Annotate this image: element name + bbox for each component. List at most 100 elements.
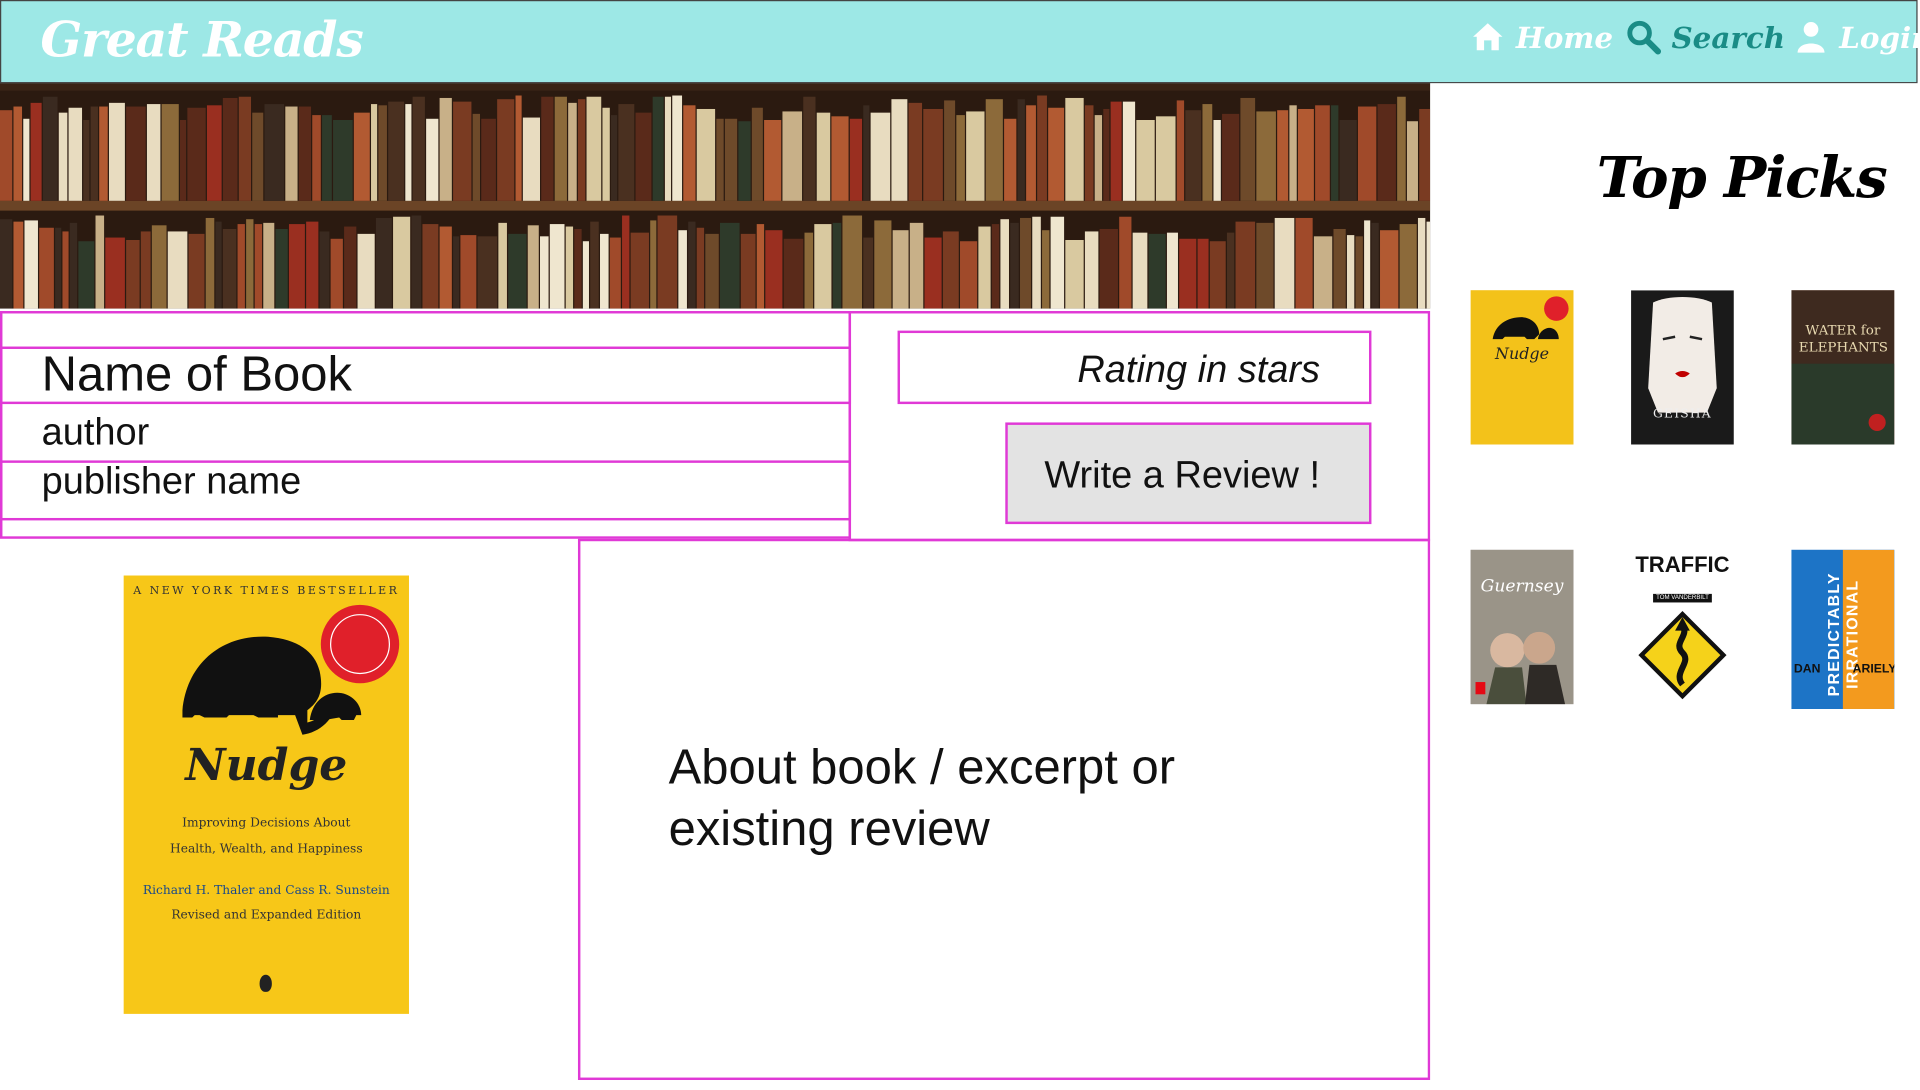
search-icon [1627, 20, 1662, 55]
nav-home-link[interactable]: Home [1469, 18, 1613, 55]
book-spine [42, 96, 58, 201]
book-spine [378, 105, 387, 201]
book-spine [68, 107, 83, 201]
book-spine [1256, 111, 1276, 201]
rating-stars[interactable]: Rating in stars [897, 330, 1372, 405]
book-spine [375, 217, 392, 309]
book-spine [804, 232, 814, 309]
write-review-button[interactable]: Write a Review ! [1005, 422, 1372, 525]
book-spine [909, 222, 924, 309]
top-pick-geisha[interactable]: GEISHA [1631, 290, 1734, 445]
book-spine [439, 226, 452, 309]
book-spine [1084, 231, 1099, 309]
pick-predictably-author-first: DAN [1793, 662, 1821, 676]
book-spine [422, 224, 439, 309]
book-spine [554, 96, 567, 201]
book-spine [765, 230, 783, 309]
book-spine [453, 236, 460, 309]
book-spine [672, 95, 683, 201]
book-spine [222, 97, 238, 201]
book-spine [602, 107, 610, 201]
book-spine [816, 112, 831, 201]
book-spine [151, 225, 167, 309]
book-spine [1094, 115, 1103, 201]
book-spine [751, 107, 763, 201]
pick-predictably-title: PREDICTABLY IRRATIONAL [1824, 572, 1862, 697]
book-spine [985, 99, 1003, 201]
book-spine [353, 112, 370, 201]
book-spine [288, 224, 305, 309]
book-spine [23, 118, 30, 201]
book-spine [1032, 216, 1041, 309]
book-spine [39, 227, 54, 309]
book-spine [1346, 235, 1355, 309]
book-author: author [41, 410, 150, 454]
book-spine [1099, 228, 1118, 309]
book-spine [1371, 222, 1379, 309]
bookshelf-image [0, 83, 1431, 309]
book-spine [0, 110, 13, 201]
book-spine [600, 233, 609, 309]
top-pick-traffic[interactable]: TRAFFIC TOM VANDERBILT [1631, 549, 1734, 709]
cover-top-line: A NEW YORK TIMES BESTSELLER [133, 585, 400, 598]
cover-title: Nudge [185, 739, 348, 792]
book-spine [863, 237, 874, 309]
book-spine [1020, 217, 1032, 309]
book-spine [635, 112, 652, 201]
book-spine [527, 225, 539, 309]
pick-water-title: WATER for ELEPHANTS [1798, 322, 1888, 356]
book-spine [357, 233, 375, 309]
book-spine [412, 96, 425, 201]
book-spine [1256, 222, 1274, 309]
book-spine [439, 97, 452, 201]
cover-authors: Richard H. Thaler and Cass R. Sunstein [142, 884, 390, 898]
book-spine [831, 116, 849, 201]
book-spine [1122, 101, 1136, 201]
book-spine [1377, 104, 1396, 201]
top-pick-nudge[interactable]: Nudge [1470, 290, 1574, 445]
book-spine [472, 113, 481, 201]
book-spine [863, 105, 870, 201]
book-spine [95, 215, 105, 309]
book-spine [582, 241, 589, 309]
rating-label: Rating in stars [1077, 347, 1321, 391]
top-pick-water-for-elephants[interactable]: WATER for ELEPHANTS [1791, 290, 1895, 445]
book-spine [1313, 236, 1333, 309]
top-pick-guernsey[interactable]: Guernsey [1470, 549, 1574, 705]
book-spine [13, 221, 24, 309]
pick-nudge-title: Nudge [1495, 345, 1550, 364]
book-spine [264, 104, 285, 201]
book-spine [764, 120, 782, 201]
nav-login-link[interactable]: Login [1793, 18, 1920, 55]
book-spine [1010, 222, 1019, 309]
book-spine [1048, 107, 1065, 201]
book-spine [814, 224, 832, 309]
nav-search-label: Search [1671, 18, 1786, 55]
guernsey-cover-art [1470, 549, 1574, 705]
user-icon [1797, 22, 1825, 53]
book-spine [870, 112, 891, 201]
geisha-cover-art [1631, 290, 1734, 445]
book-spine [832, 222, 842, 309]
book-spine [306, 221, 319, 309]
site-logo[interactable]: Great Reads [40, 11, 363, 69]
book-spine [62, 231, 69, 309]
book-spine [1315, 105, 1330, 201]
book-spine [991, 224, 1000, 309]
book-spine [1357, 106, 1377, 201]
book-spine [683, 105, 696, 201]
book-spine [222, 228, 237, 309]
top-pick-predictably-irrational[interactable]: PREDICTABLY IRRATIONAL DAN ARIELY [1791, 549, 1895, 709]
book-spine [1364, 220, 1371, 309]
book-spine [568, 102, 577, 201]
nav-search-link[interactable]: Search [1625, 18, 1785, 55]
book-spine [716, 118, 724, 201]
book-spine [126, 240, 140, 309]
book-spine [252, 112, 264, 201]
book-spine [1226, 232, 1235, 309]
book-spine [405, 104, 412, 201]
book-spine [83, 120, 90, 201]
book-spine [105, 237, 125, 309]
book-spine [1277, 110, 1289, 201]
elephant-illustration [182, 604, 400, 735]
